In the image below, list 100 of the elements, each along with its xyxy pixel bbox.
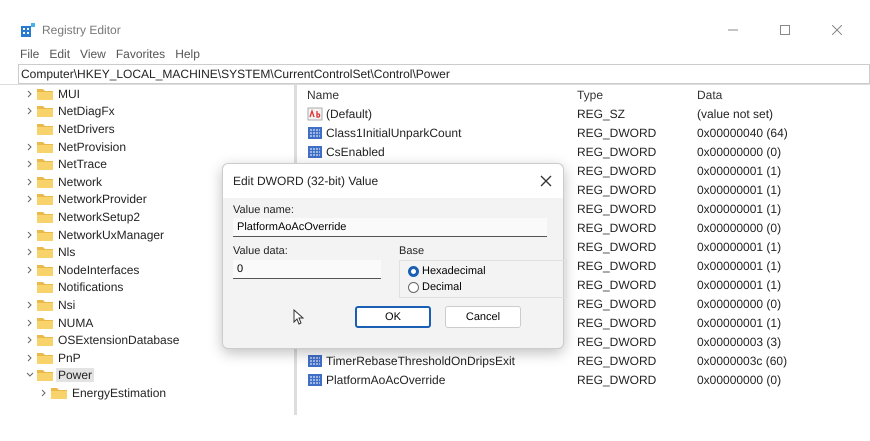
folder-icon xyxy=(37,281,53,294)
value-data: 0x00000001 (1) xyxy=(697,182,782,196)
menu-item[interactable]: Edit xyxy=(49,47,70,61)
value-type: REG_DWORD xyxy=(577,372,658,386)
address-field[interactable]: Computer\HKEY_LOCAL_MACHINE\SYSTEM\CurrentControlSet\Control\Power xyxy=(18,64,870,84)
folder-icon xyxy=(37,88,53,100)
folder-icon xyxy=(37,176,53,188)
value-type: REG_DWORD xyxy=(577,164,658,178)
chevron-right-icon[interactable] xyxy=(40,388,48,397)
folder-icon xyxy=(37,334,53,346)
tree-item[interactable]: NetProvision xyxy=(56,140,128,154)
tree-item[interactable]: Nls xyxy=(56,245,78,260)
column-header[interactable]: Type xyxy=(577,88,697,102)
chevron-right-icon[interactable] xyxy=(26,318,34,327)
folder-icon xyxy=(37,352,53,364)
column-header[interactable]: Name xyxy=(307,88,577,102)
tree-item[interactable]: MUI xyxy=(56,86,82,101)
radio-icon[interactable] xyxy=(408,266,419,276)
folder-icon xyxy=(37,228,53,241)
menu-item[interactable]: File xyxy=(20,47,40,61)
dialog-button[interactable]: OK xyxy=(355,306,431,328)
dialog-button[interactable]: Cancel xyxy=(445,306,521,328)
folder-icon xyxy=(37,316,53,329)
value-type: REG_DWORD xyxy=(577,258,658,272)
chevron-down-icon[interactable] xyxy=(26,371,34,380)
tree-item[interactable]: Network xyxy=(56,174,104,189)
folder-icon xyxy=(37,369,53,382)
tree-item[interactable]: NetTrace xyxy=(56,157,109,172)
chevron-right-icon[interactable] xyxy=(26,354,34,362)
value-data: 0x00000000 (0) xyxy=(697,296,782,310)
value-name[interactable]: PlatformAoAcOverride xyxy=(326,372,446,386)
chevron-right-icon[interactable] xyxy=(26,142,34,151)
value-type: REG_DWORD xyxy=(577,316,658,330)
value-name[interactable]: Class1InitialUnparkCount xyxy=(326,126,462,140)
folder-icon xyxy=(37,264,53,276)
registry-icon xyxy=(20,22,36,38)
value-name[interactable]: TimerRebaseThresholdOnDripsExit xyxy=(326,354,515,368)
string-value-icon xyxy=(307,106,323,120)
chevron-right-icon[interactable] xyxy=(26,107,34,116)
tree-item[interactable]: OSExtensionDatabase xyxy=(56,333,182,348)
chevron-right-icon[interactable] xyxy=(26,160,34,168)
menu-item[interactable]: Help xyxy=(175,47,200,61)
folder-icon xyxy=(37,298,53,311)
value-data: 0x00000000 (0) xyxy=(697,144,782,158)
value-data-field[interactable]: 0 xyxy=(233,260,381,279)
column-header[interactable]: Data xyxy=(697,88,870,102)
value-type: REG_DWORD xyxy=(577,240,658,254)
window-title: Registry Editor xyxy=(42,23,121,37)
chevron-right-icon[interactable] xyxy=(26,248,34,256)
close-button[interactable] xyxy=(539,174,553,188)
radio-option[interactable]: Decimal xyxy=(408,281,558,293)
folder-icon xyxy=(37,105,53,118)
dialog-title: Edit DWORD (32-bit) Value xyxy=(233,174,378,188)
tree-item[interactable]: NetworkSetup2 xyxy=(56,210,142,224)
tree-item[interactable]: PnP xyxy=(56,350,83,365)
chevron-right-icon[interactable] xyxy=(26,230,34,239)
folder-icon xyxy=(37,140,53,153)
chevron-right-icon[interactable] xyxy=(26,300,34,309)
value-name[interactable]: CsEnabled xyxy=(326,144,385,158)
folder-icon xyxy=(37,210,53,223)
tree-item[interactable]: NetworkUxManager xyxy=(56,228,166,242)
value-name-field[interactable]: PlatformAoAcOverride xyxy=(233,218,547,237)
folder-icon xyxy=(37,193,53,206)
chevron-right-icon[interactable] xyxy=(26,178,34,186)
value-name[interactable]: (Default) xyxy=(326,106,372,120)
tree-item[interactable]: EnergyEstimation xyxy=(70,386,168,400)
tree-item[interactable]: NetworkProvider xyxy=(56,192,149,206)
folder-icon xyxy=(37,246,53,258)
chevron-right-icon[interactable] xyxy=(26,195,34,204)
tree-item[interactable]: Power xyxy=(56,368,94,382)
tree-item[interactable]: Nsi xyxy=(56,298,78,312)
value-data: 0x00000001 (1) xyxy=(697,240,782,254)
value-data: 0x00000001 (1) xyxy=(697,316,782,330)
value-data: 0x00000001 (1) xyxy=(697,278,782,292)
tree-item[interactable]: NetDrivers xyxy=(56,122,117,136)
field-label: Value name: xyxy=(233,204,295,216)
value-data: 0x00000001 (1) xyxy=(697,258,782,272)
radio-option[interactable]: Hexadecimal xyxy=(408,265,558,277)
chevron-right-icon[interactable] xyxy=(26,266,34,274)
binary-value-icon xyxy=(307,126,323,140)
value-type: REG_DWORD xyxy=(577,144,658,158)
value-type: REG_DWORD xyxy=(577,354,658,368)
binary-value-icon xyxy=(307,372,323,386)
chevron-right-icon[interactable] xyxy=(26,336,34,344)
chevron-right-icon[interactable] xyxy=(26,90,34,98)
tree-item[interactable]: NodeInterfaces xyxy=(56,262,142,277)
tree-item[interactable]: NetDiagFx xyxy=(56,104,117,118)
menu-item[interactable]: Favorites xyxy=(116,47,166,61)
value-type: REG_DWORD xyxy=(577,202,658,216)
cursor-icon xyxy=(293,309,305,325)
folder-icon xyxy=(51,386,67,399)
value-type: REG_DWORD xyxy=(577,278,658,292)
value-type: REG_SZ xyxy=(577,106,626,120)
menu-item[interactable]: View xyxy=(80,47,106,61)
radio-icon[interactable] xyxy=(408,282,419,292)
tree-item[interactable]: Notifications xyxy=(56,280,126,294)
binary-value-icon xyxy=(307,144,323,158)
value-type: REG_DWORD xyxy=(577,220,658,234)
tree-item[interactable]: NUMA xyxy=(56,316,96,330)
folder-icon xyxy=(37,158,53,170)
